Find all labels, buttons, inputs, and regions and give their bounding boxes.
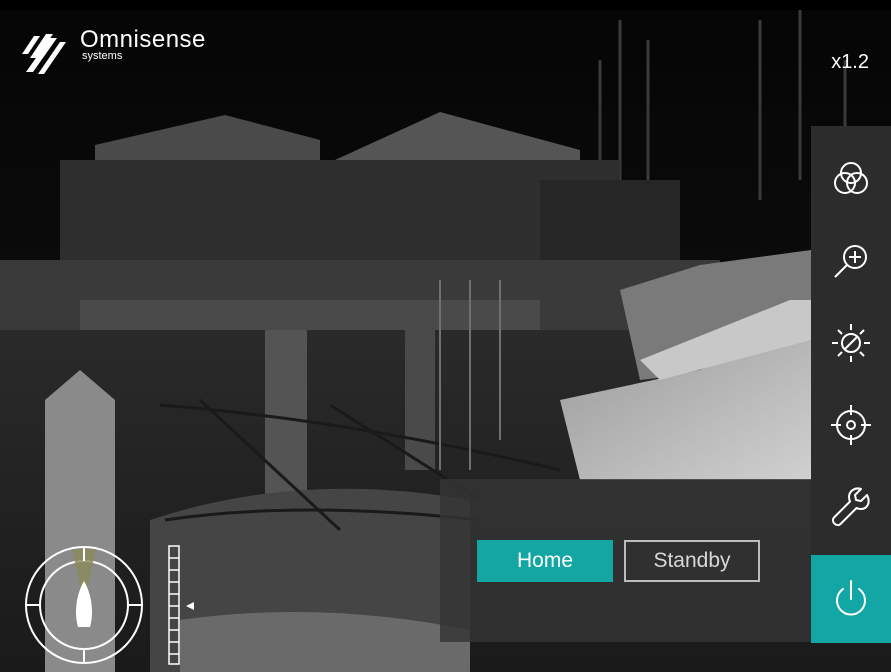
wrench-icon: [831, 487, 870, 527]
color-palette-button[interactable]: [811, 138, 891, 220]
palette-icon: [834, 162, 868, 194]
brand-logo: Omnisense systems: [20, 28, 206, 82]
power-button[interactable]: [811, 555, 891, 643]
omnisense-logo-icon: [22, 34, 66, 74]
target-button[interactable]: [811, 384, 891, 466]
boat-icon: [76, 581, 92, 627]
brightness-icon: [832, 324, 870, 362]
tilt-scale-indicator: [168, 545, 194, 665]
power-icon: [836, 580, 866, 616]
top-black-bar: [0, 0, 891, 10]
brightness-button[interactable]: [811, 302, 891, 384]
thermal-camera-view: Omnisense systems x1.2 Home Standby: [0, 0, 891, 672]
standby-button[interactable]: Standby: [624, 540, 760, 582]
zoom-in-icon: [834, 245, 867, 278]
zoom-level-readout: x1.2: [831, 51, 869, 73]
tilt-pointer-icon: [186, 602, 194, 610]
settings-button[interactable]: [811, 466, 891, 548]
pan-compass-indicator: [25, 546, 143, 664]
zoom-button[interactable]: [811, 220, 891, 302]
home-button[interactable]: Home: [477, 540, 613, 582]
brand-name: Omnisense: [80, 26, 206, 53]
side-toolbar: [811, 126, 891, 643]
crosshair-icon: [831, 405, 871, 445]
